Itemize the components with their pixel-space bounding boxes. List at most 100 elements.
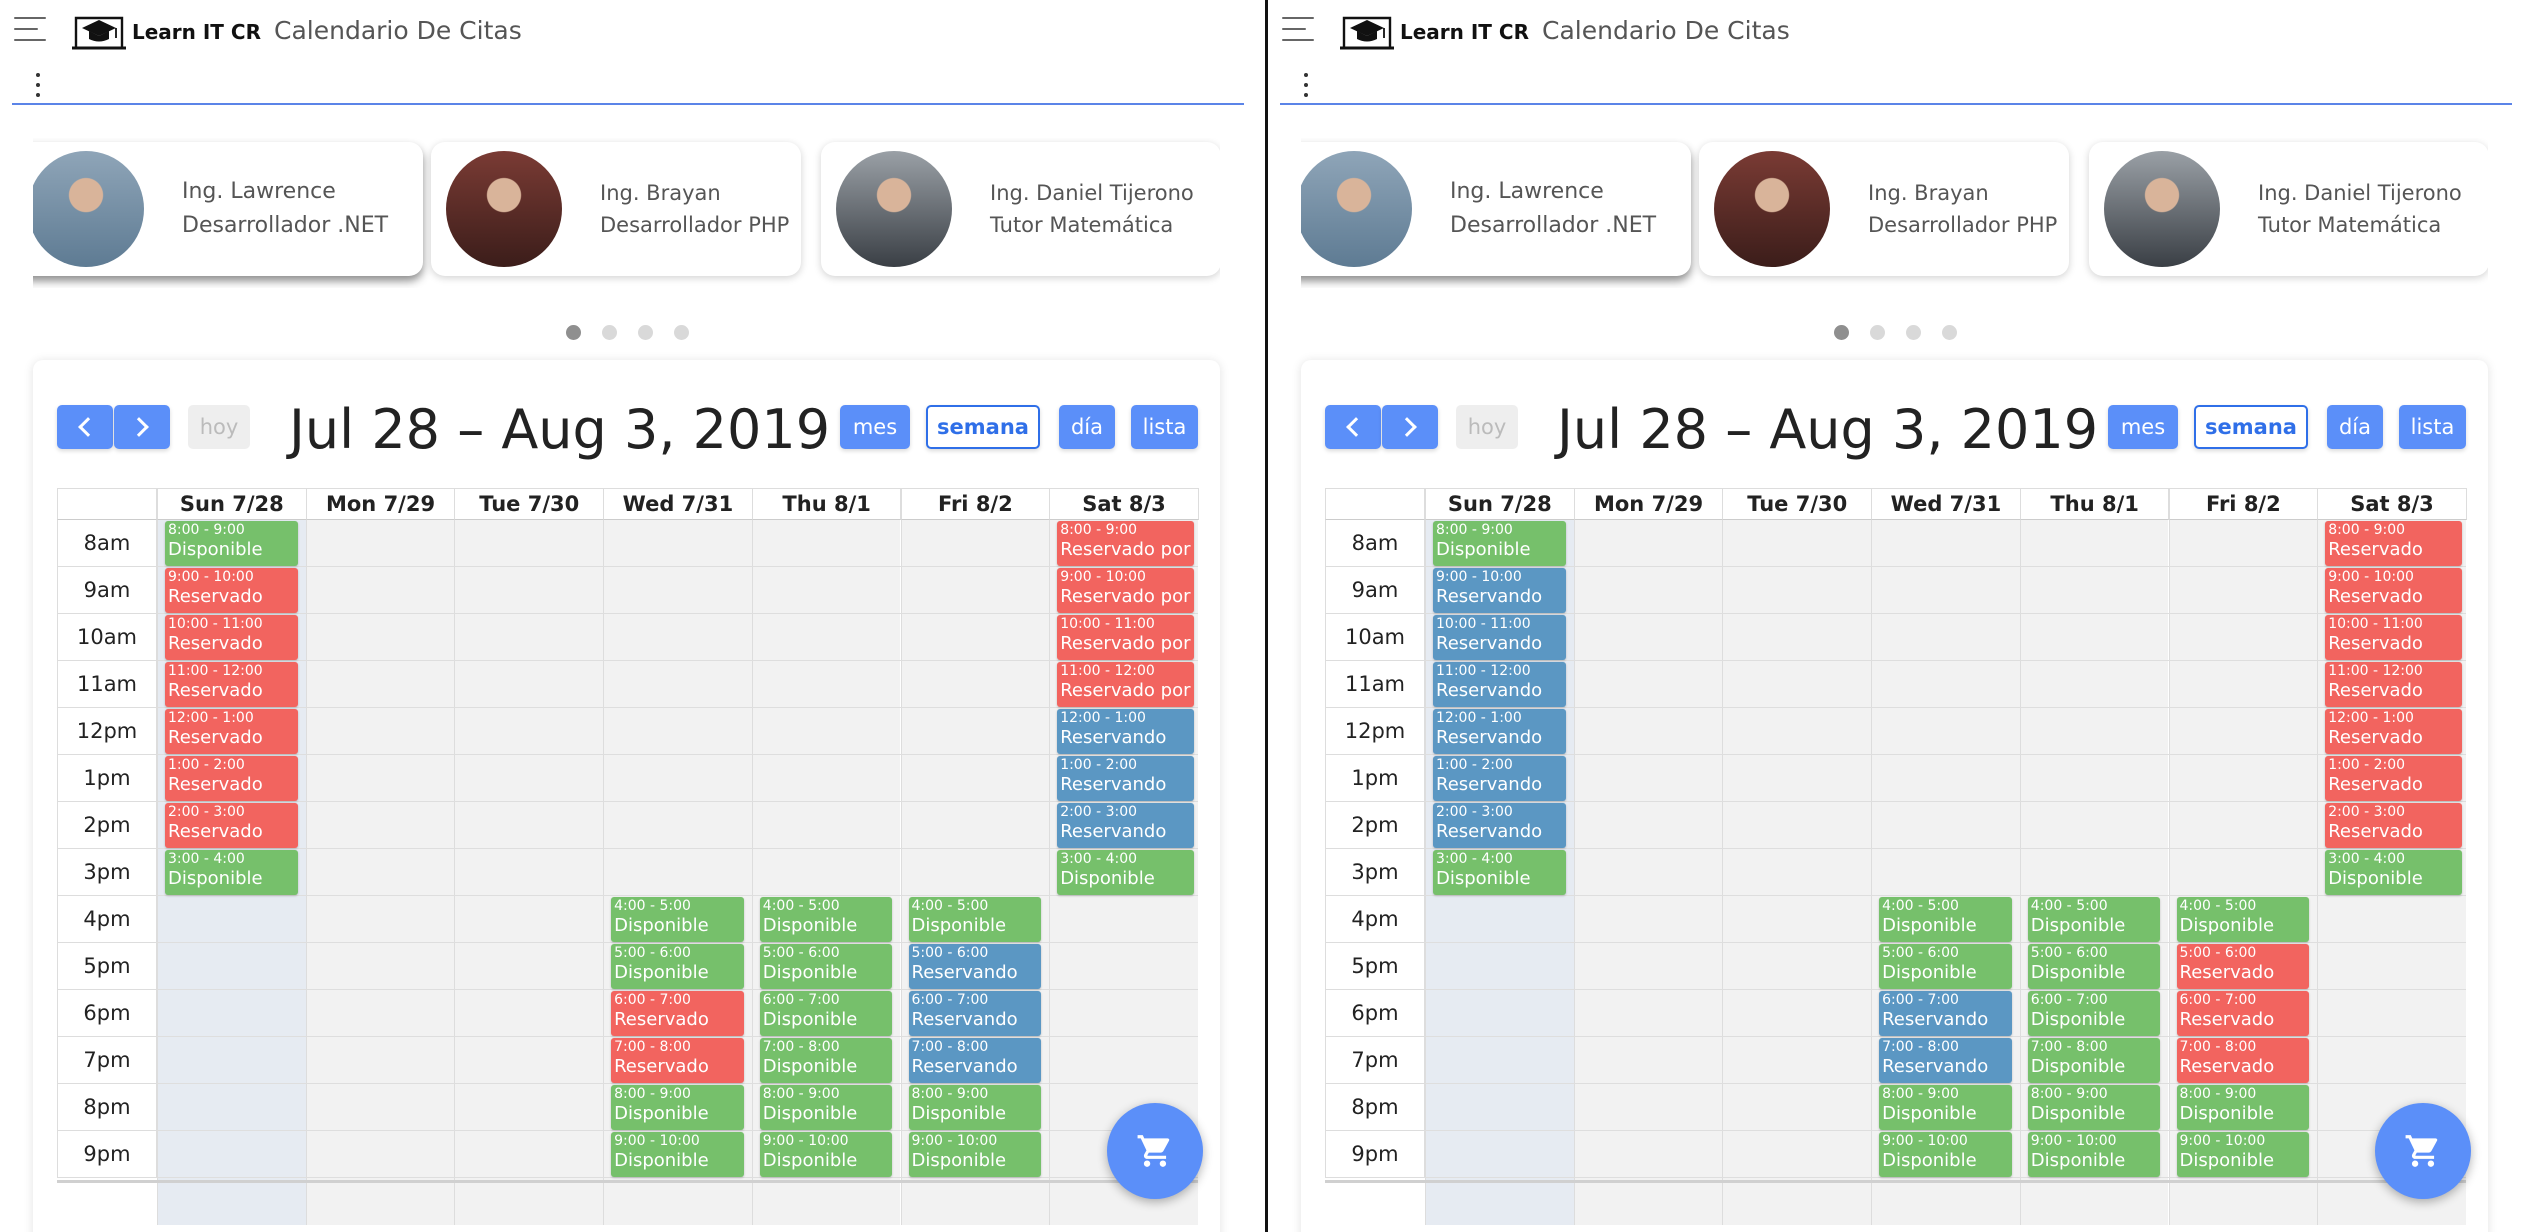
calendar-event-available[interactable]: 5:00 - 6:00 Disponible (759, 944, 893, 989)
calendar-event-reserved[interactable]: 5:00 - 6:00 Reservado (2176, 944, 2310, 989)
calendar-event-reserved[interactable]: 2:00 - 3:00 Reservado (2325, 803, 2462, 848)
calendar-event-available[interactable]: 9:00 - 10:00 Disponible (908, 1132, 1042, 1177)
calendar-event-reserved[interactable]: 11:00 - 12:00 Reservado (2325, 662, 2462, 707)
calendar-event-available[interactable]: 5:00 - 6:00 Disponible (1879, 944, 2012, 989)
next-week-button[interactable] (114, 405, 170, 449)
view-button-month[interactable]: mes (840, 405, 910, 449)
today-button[interactable]: hoy (1456, 405, 1518, 449)
view-button-week[interactable]: semana (926, 405, 1040, 449)
tutor-card[interactable]: Ing. Daniel Tijerono Tutor Matemática (821, 142, 1220, 276)
calendar-event-pending[interactable]: 2:00 - 3:00 Reservando (1057, 803, 1194, 848)
calendar-event-available[interactable]: 5:00 - 6:00 Disponible (2027, 944, 2161, 989)
more-vert-icon[interactable] (1302, 73, 1310, 97)
calendar-event-available[interactable]: 8:00 - 9:00 Disponible (165, 521, 298, 566)
calendar-event-available[interactable]: 4:00 - 5:00 Disponible (611, 897, 744, 942)
day-column[interactable] (305, 520, 455, 1225)
view-button-day[interactable]: día (2327, 405, 2383, 449)
cart-fab-button[interactable] (1107, 1103, 1203, 1199)
calendar-event-pending[interactable]: 12:00 - 1:00 Reservando (1433, 709, 1566, 754)
calendar-event-available[interactable]: 9:00 - 10:00 Disponible (2176, 1132, 2310, 1177)
calendar-event-reserved[interactable]: 1:00 - 2:00 Reservado (2325, 756, 2462, 801)
prev-week-button[interactable] (1325, 405, 1381, 449)
calendar-event-available[interactable]: 8:00 - 9:00 Disponible (2176, 1085, 2310, 1130)
tutor-card[interactable]: Ing. Lawrence Desarrollador .NET (33, 142, 423, 276)
carousel-dot[interactable] (566, 325, 581, 340)
calendar-event-reserved[interactable]: 9:00 - 10:00 Reservado (165, 568, 298, 613)
calendar-event-available[interactable]: 6:00 - 7:00 Disponible (759, 991, 893, 1036)
calendar-event-pending[interactable]: 6:00 - 7:00 Reservando (908, 991, 1042, 1036)
calendar-event-reserved[interactable]: 7:00 - 8:00 Reservado (611, 1038, 744, 1083)
calendar-event-available[interactable]: 9:00 - 10:00 Disponible (2027, 1132, 2161, 1177)
view-button-week[interactable]: semana (2194, 405, 2308, 449)
calendar-event-reserved[interactable]: 8:00 - 9:00 Reservado por (1057, 521, 1194, 566)
calendar-event-reserved[interactable]: 8:00 - 9:00 Reservado (2325, 521, 2462, 566)
calendar-event-available[interactable]: 8:00 - 9:00 Disponible (759, 1085, 893, 1130)
next-week-button[interactable] (1382, 405, 1438, 449)
calendar-event-reserved[interactable]: 10:00 - 11:00 Reservado por (1057, 615, 1194, 660)
calendar-event-reserved[interactable]: 2:00 - 3:00 Reservado (165, 803, 298, 848)
calendar-event-pending[interactable]: 1:00 - 2:00 Reservando (1433, 756, 1566, 801)
tutor-card[interactable]: Ing. Brayan Desarrollador PHP (431, 142, 801, 276)
day-column[interactable] (1722, 520, 1872, 1225)
carousel-dot[interactable] (602, 325, 617, 340)
calendar-event-pending[interactable]: 10:00 - 11:00 Reservando (1433, 615, 1566, 660)
calendar-event-pending[interactable]: 11:00 - 12:00 Reservando (1433, 662, 1566, 707)
brand-logo[interactable]: Learn IT CR (1340, 12, 1529, 52)
calendar-event-reserved[interactable]: 12:00 - 1:00 Reservado (165, 709, 298, 754)
calendar-event-pending[interactable]: 7:00 - 8:00 Reservando (1879, 1038, 2012, 1083)
hamburger-menu-icon[interactable] (14, 17, 46, 41)
today-button[interactable]: hoy (188, 405, 250, 449)
calendar-event-available[interactable]: 4:00 - 5:00 Disponible (2176, 897, 2310, 942)
calendar-event-available[interactable]: 9:00 - 10:00 Disponible (759, 1132, 893, 1177)
calendar-event-available[interactable]: 7:00 - 8:00 Disponible (759, 1038, 893, 1083)
view-button-month[interactable]: mes (2108, 405, 2178, 449)
calendar-event-reserved[interactable]: 9:00 - 10:00 Reservado (2325, 568, 2462, 613)
tutor-carousel[interactable]: Ing. Lawrence Desarrollador .NET Ing. Bray… (33, 138, 1220, 288)
carousel-dot[interactable] (638, 325, 653, 340)
calendar-event-reserved[interactable]: 6:00 - 7:00 Reservado (2176, 991, 2310, 1036)
calendar-event-available[interactable]: 8:00 - 9:00 Disponible (908, 1085, 1042, 1130)
tutor-card[interactable]: Ing. Brayan Desarrollador PHP (1699, 142, 2069, 276)
view-button-day[interactable]: día (1059, 405, 1115, 449)
calendar-event-available[interactable]: 6:00 - 7:00 Disponible (2027, 991, 2161, 1036)
calendar-event-reserved[interactable]: 10:00 - 11:00 Reservado (2325, 615, 2462, 660)
calendar-event-available[interactable]: 3:00 - 4:00 Disponible (165, 850, 298, 895)
brand-logo[interactable]: Learn IT CR (72, 12, 261, 52)
carousel-dot[interactable] (674, 325, 689, 340)
calendar-event-available[interactable]: 5:00 - 6:00 Disponible (611, 944, 744, 989)
calendar-event-available[interactable]: 8:00 - 9:00 Disponible (1433, 521, 1566, 566)
calendar-event-available[interactable]: 4:00 - 5:00 Disponible (908, 897, 1042, 942)
calendar-event-reserved[interactable]: 1:00 - 2:00 Reservado (165, 756, 298, 801)
hamburger-menu-icon[interactable] (1282, 17, 1314, 41)
tutor-card[interactable]: Ing. Lawrence Desarrollador .NET (1301, 142, 1691, 276)
view-button-list[interactable]: lista (2399, 405, 2466, 449)
view-button-list[interactable]: lista (1131, 405, 1198, 449)
calendar-event-available[interactable]: 3:00 - 4:00 Disponible (2325, 850, 2462, 895)
calendar-event-available[interactable]: 4:00 - 5:00 Disponible (759, 897, 893, 942)
calendar-event-pending[interactable]: 12:00 - 1:00 Reservando (1057, 709, 1194, 754)
cart-fab-button[interactable] (2375, 1103, 2471, 1199)
tutor-carousel[interactable]: Ing. Lawrence Desarrollador .NET Ing. Bray… (1301, 138, 2488, 288)
calendar-event-available[interactable]: 8:00 - 9:00 Disponible (1879, 1085, 2012, 1130)
more-vert-icon[interactable] (34, 73, 42, 97)
calendar-event-pending[interactable]: 6:00 - 7:00 Reservando (1879, 991, 2012, 1036)
carousel-dot[interactable] (1834, 325, 1849, 340)
calendar-event-reserved[interactable]: 9:00 - 10:00 Reservado por (1057, 568, 1194, 613)
calendar-event-available[interactable]: 9:00 - 10:00 Disponible (1879, 1132, 2012, 1177)
carousel-dot[interactable] (1942, 325, 1957, 340)
calendar-event-available[interactable]: 8:00 - 9:00 Disponible (611, 1085, 744, 1130)
calendar-event-reserved[interactable]: 11:00 - 12:00 Reservado (165, 662, 298, 707)
calendar-event-available[interactable]: 8:00 - 9:00 Disponible (2027, 1085, 2161, 1130)
prev-week-button[interactable] (57, 405, 113, 449)
calendar-event-available[interactable]: 3:00 - 4:00 Disponible (1433, 850, 1566, 895)
calendar-event-pending[interactable]: 5:00 - 6:00 Reservando (908, 944, 1042, 989)
day-column[interactable] (1573, 520, 1723, 1225)
calendar-event-reserved[interactable]: 6:00 - 7:00 Reservado (611, 991, 744, 1036)
tutor-card[interactable]: Ing. Daniel Tijerono Tutor Matemática (2089, 142, 2488, 276)
calendar-event-available[interactable]: 9:00 - 10:00 Disponible (611, 1132, 744, 1177)
calendar-event-pending[interactable]: 9:00 - 10:00 Reservando (1433, 568, 1566, 613)
calendar-event-pending[interactable]: 7:00 - 8:00 Reservando (908, 1038, 1042, 1083)
calendar-event-available[interactable]: 4:00 - 5:00 Disponible (1879, 897, 2012, 942)
calendar-event-available[interactable]: 7:00 - 8:00 Disponible (2027, 1038, 2161, 1083)
calendar-event-reserved[interactable]: 10:00 - 11:00 Reservado (165, 615, 298, 660)
